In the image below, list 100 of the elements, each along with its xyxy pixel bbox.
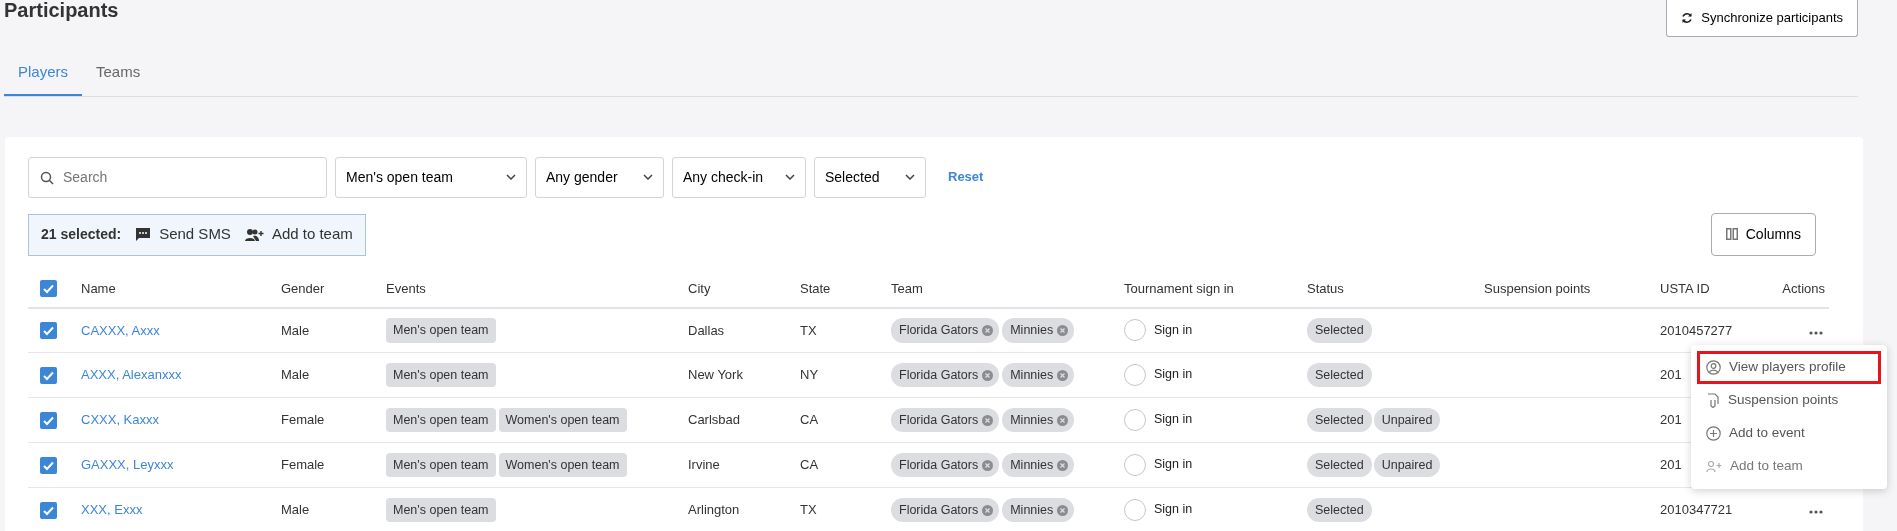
column-header: Tournament sign in — [1124, 280, 1234, 296]
document-icon — [1706, 392, 1720, 408]
team-tag: Minnies — [1002, 362, 1075, 388]
filter-dropdown[interactable]: Any check-in — [672, 156, 806, 198]
more-button[interactable] — [1807, 330, 1825, 335]
usta-id-text: 2010347721 — [1660, 502, 1733, 518]
remove-icon[interactable] — [982, 414, 994, 426]
person-icon — [1706, 359, 1721, 375]
team-tag: Minnies — [1002, 407, 1075, 433]
send-sms-button[interactable]: Send SMS — [135, 223, 231, 246]
column-header: Events — [386, 280, 426, 296]
columns-button[interactable]: Columns — [1710, 212, 1816, 256]
column-header: USTA ID — [1660, 280, 1710, 296]
event-tag: Men's open team — [386, 497, 496, 523]
remove-icon[interactable] — [982, 324, 994, 336]
sign-in-button[interactable]: Sign in — [1154, 365, 1193, 385]
event-tag: Women's open team — [498, 452, 627, 478]
add-people-icon — [1706, 459, 1722, 473]
event-tag: Men's open team — [386, 362, 496, 388]
reset-link[interactable]: Reset — [948, 167, 984, 187]
gender-text: Female — [281, 457, 325, 473]
search-icon — [40, 170, 54, 185]
search-field[interactable]: Search — [28, 156, 327, 198]
status-tag: Unpaired — [1373, 407, 1441, 433]
sync-button[interactable]: Synchronize participants — [1666, 0, 1858, 37]
event-tag: Men's open team — [386, 452, 496, 478]
usta-id-text: 2010457277 — [1660, 322, 1733, 338]
tab[interactable]: Players — [4, 51, 83, 96]
team-tag: Minnies — [1002, 497, 1075, 523]
remove-icon[interactable] — [1057, 504, 1069, 516]
player-name-link[interactable]: GAXXX, Leyxxx — [81, 457, 174, 473]
sign-in-button[interactable]: Sign in — [1154, 320, 1193, 340]
filter-dropdown[interactable]: Selected — [814, 156, 926, 198]
column-header: Suspension points — [1484, 280, 1591, 296]
gender-text: Female — [281, 412, 325, 428]
checkbox[interactable] — [40, 411, 57, 429]
message-icon — [135, 227, 152, 242]
city-text: Carlsbad — [688, 412, 741, 428]
remove-icon[interactable] — [1057, 414, 1069, 426]
event-tag: Women's open team — [498, 407, 627, 433]
checkbox[interactable] — [40, 321, 57, 339]
event-tag: Men's open team — [386, 317, 496, 343]
status-tag: Selected — [1307, 452, 1372, 478]
selected-count: 21 selected: — [41, 225, 122, 244]
team-tag: Minnies — [1002, 317, 1075, 343]
checkbox[interactable] — [40, 501, 57, 519]
sync-icon — [1681, 12, 1694, 24]
status-tag: Unpaired — [1373, 452, 1441, 478]
sign-in-button[interactable]: Sign in — [1154, 455, 1193, 475]
checkbox[interactable] — [40, 280, 57, 297]
column-header: Team — [891, 280, 923, 296]
usta-id-text: 201 — [1660, 412, 1682, 428]
usta-id-text: 201 — [1660, 457, 1682, 473]
remove-icon[interactable] — [982, 459, 994, 471]
usta-id-text: 201 — [1660, 367, 1682, 383]
add-to-team-button[interactable]: Add to team — [244, 223, 353, 246]
event-tag: Men's open team — [386, 407, 496, 433]
city-text: New York — [688, 367, 743, 383]
gender-text: Male — [281, 322, 310, 338]
plus-circle-icon — [1706, 425, 1721, 441]
team-tag: Florida Gators — [891, 497, 1000, 523]
sign-in-button[interactable]: Sign in — [1154, 500, 1193, 520]
player-name-link[interactable]: XXX, Exxx — [81, 502, 143, 518]
team-tag: Florida Gators — [891, 407, 1000, 433]
team-tag: Florida Gators — [891, 452, 1000, 478]
state-text: CA — [800, 457, 819, 473]
column-header: Actions — [1782, 280, 1825, 296]
remove-icon[interactable] — [982, 504, 994, 516]
status-tag: Selected — [1307, 497, 1372, 523]
chevron-down-icon — [905, 174, 915, 180]
checkbox[interactable] — [40, 366, 57, 384]
status-tag: Selected — [1307, 362, 1372, 388]
remove-icon[interactable] — [1057, 324, 1069, 336]
remove-icon[interactable] — [982, 369, 994, 381]
chevron-down-icon — [785, 174, 795, 180]
filter-dropdown[interactable]: Men's open team — [335, 156, 527, 198]
tab[interactable]: Teams — [82, 51, 155, 96]
more-button[interactable] — [1807, 510, 1825, 515]
player-name-link[interactable]: CXXX, Kaxxx — [81, 412, 160, 428]
chevron-down-icon — [506, 174, 516, 180]
state-text: TX — [800, 502, 817, 518]
status-tag: Selected — [1307, 317, 1372, 343]
player-name-link[interactable]: CAXXX, Axxx — [81, 322, 160, 338]
team-tag: Florida Gators — [891, 317, 1000, 343]
remove-icon[interactable] — [1057, 369, 1069, 381]
state-text: TX — [800, 322, 817, 338]
page-title: Participants — [3, 0, 119, 20]
filter-dropdown[interactable]: Any gender — [535, 156, 664, 198]
sign-in-button[interactable]: Sign in — [1154, 410, 1193, 430]
remove-icon[interactable] — [1057, 459, 1069, 471]
column-header: Gender — [281, 280, 325, 296]
player-name-link[interactable]: AXXX, Alexanxxx — [81, 367, 182, 383]
city-text: Dallas — [688, 322, 725, 338]
menu-item[interactable]: View players profile — [1697, 350, 1881, 384]
column-header: City — [688, 280, 711, 296]
gender-text: Male — [281, 367, 310, 383]
status-tag: Selected — [1307, 407, 1372, 433]
checkbox[interactable] — [40, 456, 57, 474]
team-tag: Florida Gators — [891, 362, 1000, 388]
city-text: Arlington — [688, 502, 740, 518]
